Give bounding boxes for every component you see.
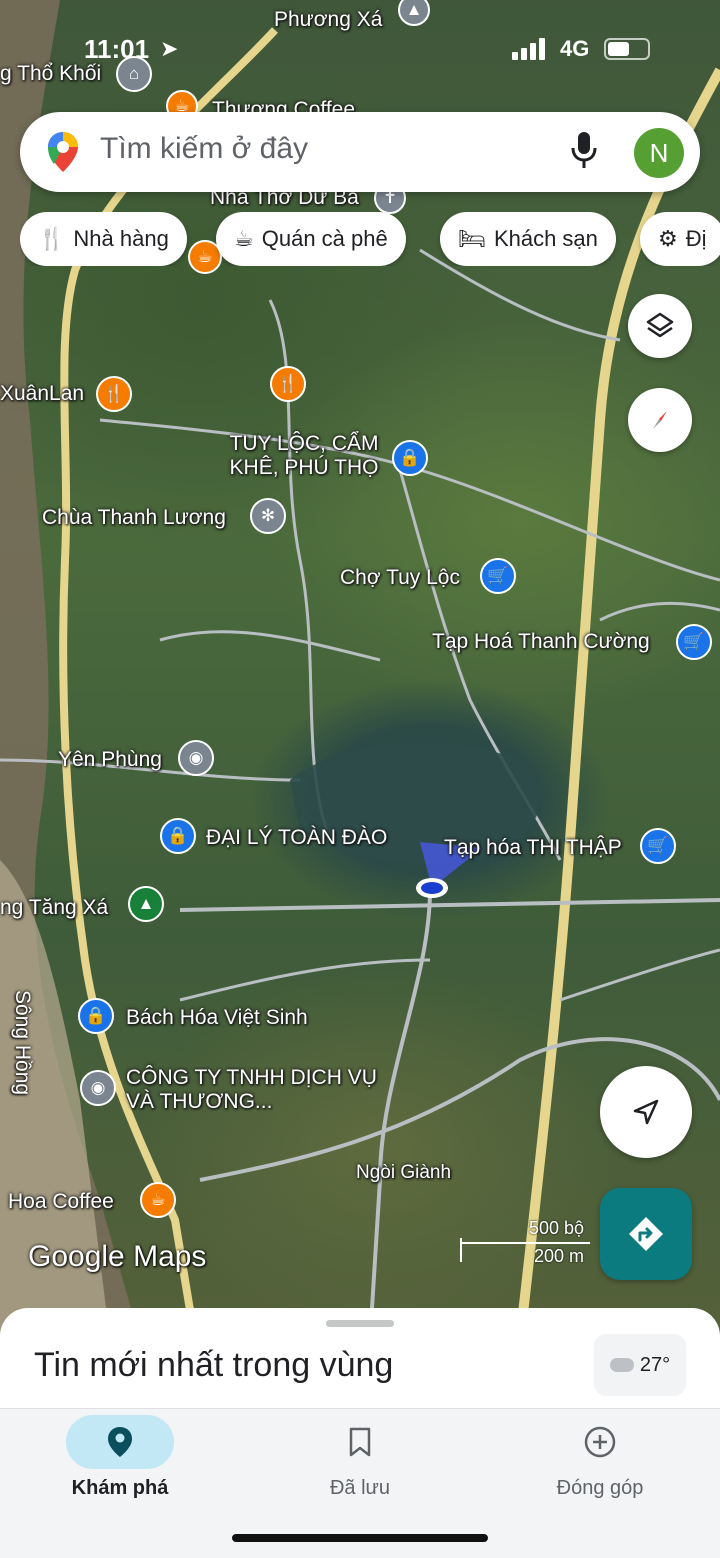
- bed-icon: 🛏: [458, 226, 486, 251]
- shopping-cart-pin-icon-2[interactable]: 🛒: [676, 624, 712, 660]
- bottom-sheet[interactable]: Tin mới nhất trong vùng 27°: [0, 1308, 720, 1418]
- chip-label: Quán cà phê: [261, 226, 388, 251]
- shopping-cart-pin-icon-3[interactable]: 🛒: [640, 828, 676, 864]
- park-pin-icon[interactable]: ▲: [128, 886, 164, 922]
- temple-icon[interactable]: ✻: [250, 498, 286, 534]
- directions-button[interactable]: [600, 1188, 692, 1280]
- nav-label: Khám phá: [71, 1477, 169, 1499]
- temperature: 27°: [639, 1353, 671, 1376]
- place-pin-icon-2[interactable]: ◉: [80, 1070, 116, 1106]
- search-input[interactable]: Tìm kiếm ở đây: [100, 132, 308, 166]
- compass-icon: [653, 411, 667, 429]
- avatar[interactable]: N: [634, 128, 684, 178]
- map-label-xuan-lan[interactable]: XuânLan: [0, 382, 84, 406]
- drag-handle[interactable]: [326, 1320, 394, 1327]
- scale-bar: [460, 1242, 590, 1244]
- scale-bottom-label: 200 m: [533, 1246, 584, 1266]
- chip-label: Nhà hàng: [73, 226, 169, 251]
- place-pin-icon[interactable]: ◉: [178, 740, 214, 776]
- nav-label: Đóng góp: [556, 1477, 644, 1499]
- chip-label: Đị: [685, 226, 707, 251]
- chip-cafes[interactable]: ☕ Quán cà phê: [216, 212, 406, 266]
- map-label-song-hong: Sông Hồng: [11, 990, 34, 1096]
- map-label-tap-hoa-thanh-cuong[interactable]: Tạp Hoá Thanh Cường: [432, 630, 650, 654]
- chip-label: Khách sạn: [493, 226, 598, 251]
- layers-icon: [646, 312, 674, 338]
- status-bar: 11:01 ➤ 4G: [0, 30, 720, 70]
- chip-attractions[interactable]: ⚙ Đị: [640, 212, 720, 266]
- search-bar[interactable]: Tìm kiếm ở đây N: [20, 112, 700, 192]
- nav-explore-icon-wrap: [66, 1415, 174, 1469]
- map-label-phuong-xa[interactable]: Phương Xá: [274, 8, 382, 32]
- location-pin-icon: [108, 1427, 132, 1457]
- nav-contribute-icon-wrap: [546, 1415, 654, 1469]
- restaurant-pin-icon-2[interactable]: 🍴: [270, 366, 306, 402]
- map-label-tuy-loc[interactable]: TUY LỘC, CẨM KHÊ, PHÚ THỌ: [214, 432, 394, 480]
- map-label-bach-hoa[interactable]: Bách Hóa Việt Sinh: [126, 1006, 308, 1030]
- my-location-button[interactable]: [600, 1066, 692, 1158]
- status-time: 11:01: [84, 34, 150, 64]
- map-scale: 500 bộ 200 m: [460, 1218, 590, 1268]
- cloud-icon: [609, 1358, 634, 1372]
- map-label-tang-xa[interactable]: ng Tăng Xá: [0, 896, 108, 920]
- map-label-dai-ly[interactable]: ĐẠI LÝ TOÀN ĐÀO: [206, 826, 387, 850]
- scale-tick: [460, 1238, 462, 1262]
- google-maps-pin-logo-icon: [48, 132, 78, 172]
- scale-top-label: 500 bộ: [528, 1218, 584, 1238]
- restaurant-pin-icon[interactable]: 🍴: [96, 376, 132, 412]
- nav-contribute[interactable]: Đóng góp: [480, 1409, 720, 1519]
- nav-saved[interactable]: Đã lưu: [240, 1409, 480, 1519]
- coffee-pin-icon-3[interactable]: ☕: [140, 1182, 176, 1218]
- add-circle-icon: [584, 1426, 616, 1458]
- bookmark-icon: [349, 1427, 371, 1457]
- camera-icon: ⚙: [658, 226, 678, 251]
- cellular-signal-icon: [512, 38, 545, 60]
- map-label-chua[interactable]: Chùa Thanh Lương: [42, 506, 226, 530]
- nav-saved-icon-wrap: [306, 1415, 414, 1469]
- directions-icon: [629, 1217, 663, 1251]
- nav-explore[interactable]: Khám phá: [0, 1409, 240, 1519]
- category-chips: 🍴 Nhà hàng ☕ Quán cà phê 🛏 Khách sạn ⚙ Đ…: [20, 212, 720, 266]
- home-indicator: [232, 1534, 488, 1542]
- map-label-yen-phung[interactable]: Yên Phùng: [58, 748, 162, 772]
- shopping-bag-pin-icon-3[interactable]: 🔒: [78, 998, 114, 1034]
- map-label-cong-ty[interactable]: CÔNG TY TNHH DỊCH VỤ VÀ THƯƠNG...: [126, 1066, 386, 1114]
- map-label-tap-hoa-thi-thap[interactable]: Tạp hóa THI THẬP: [444, 836, 622, 860]
- weather-chip[interactable]: 27°: [594, 1334, 686, 1396]
- coffee-cup-icon: ☕: [234, 226, 254, 251]
- fork-knife-icon: 🍴: [38, 226, 66, 251]
- google-maps-logo: Google Maps: [28, 1240, 207, 1273]
- location-arrow-icon: ➤: [160, 36, 179, 61]
- map-label-cho-tuy-loc[interactable]: Chợ Tuy Lộc: [340, 566, 460, 590]
- network-type: 4G: [560, 36, 590, 61]
- battery-icon: [604, 38, 650, 60]
- compass-button[interactable]: [628, 388, 692, 452]
- nav-label: Đã lưu: [329, 1477, 391, 1499]
- chip-restaurants[interactable]: 🍴 Nhà hàng: [20, 212, 187, 266]
- chip-hotels[interactable]: 🛏 Khách sạn: [440, 212, 616, 266]
- layers-button[interactable]: [628, 294, 692, 358]
- navigation-arrow-icon: [633, 1099, 659, 1125]
- shopping-bag-pin-icon[interactable]: 🔒: [392, 440, 428, 476]
- shopping-bag-pin-icon-2[interactable]: 🔒: [160, 818, 196, 854]
- map-label-hoa-coffee[interactable]: Hoa Coffee: [8, 1190, 114, 1214]
- sheet-title: Tin mới nhất trong vùng: [34, 1346, 394, 1384]
- microphone-icon[interactable]: [570, 130, 598, 170]
- shopping-cart-pin-icon[interactable]: 🛒: [480, 558, 516, 594]
- map-label-ngoi-gianh: Ngòi Giành: [356, 1162, 452, 1183]
